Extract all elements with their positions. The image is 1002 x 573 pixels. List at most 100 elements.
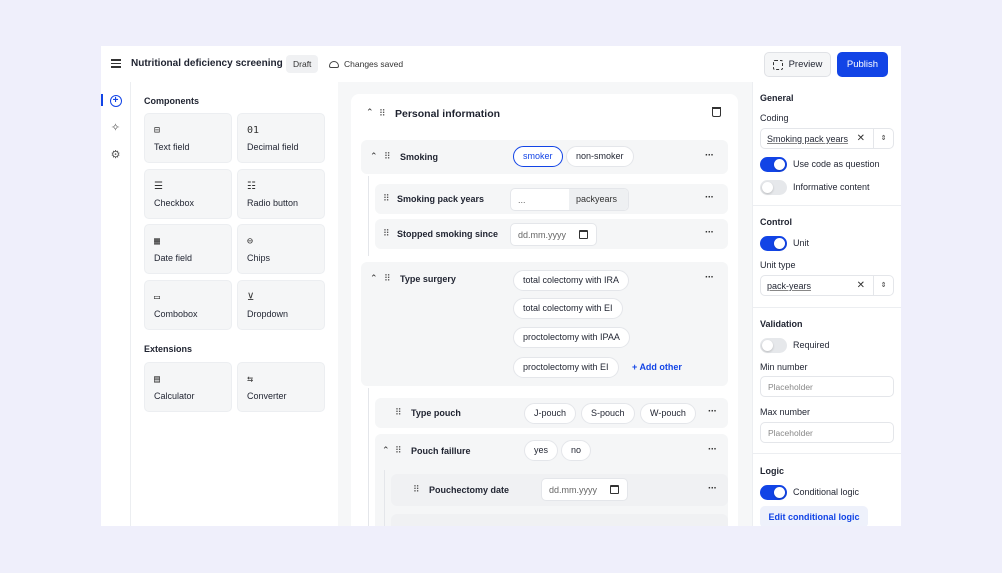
cloud-icon	[329, 61, 339, 68]
decimal-icon: 01	[247, 125, 260, 136]
more-options-icon[interactable]: ···	[705, 150, 714, 161]
question-next-partial[interactable]	[391, 514, 728, 526]
logic-title: Logic	[760, 466, 784, 476]
option-chip[interactable]: total colectomy with IRA	[513, 270, 630, 291]
component-radio-button[interactable]: ☷ Radio button	[237, 169, 325, 219]
conditional-logic-toggle[interactable]	[760, 485, 787, 500]
more-options-icon[interactable]: ···	[708, 483, 717, 494]
component-label: Combobox	[154, 309, 198, 319]
question-type-pouch[interactable]: ⠿ Type pouch J-pouch S-pouch W-pouch ···	[375, 398, 728, 428]
option-chip[interactable]: proctolectomy with EI	[513, 357, 619, 378]
drag-handle-icon[interactable]: ⠿	[395, 407, 402, 418]
add-component-icon[interactable]: +	[109, 94, 122, 107]
sparkle-icon[interactable]: ✧	[109, 121, 122, 134]
option-chip[interactable]: no	[561, 440, 592, 461]
save-status: Changes saved	[329, 59, 403, 69]
min-number-input[interactable]: Placeholder	[760, 376, 894, 397]
more-options-icon[interactable]: ···	[705, 192, 714, 203]
unit-suffix: packyears	[569, 189, 628, 210]
clear-icon[interactable]: ✕	[857, 280, 865, 291]
option-chip[interactable]: J-pouch	[524, 403, 577, 424]
component-text-field[interactable]: ⊟ Text field	[144, 113, 232, 163]
option-chip[interactable]: proctolectomy with IPAA	[513, 327, 630, 348]
preview-label: Preview	[788, 59, 823, 70]
component-date-field[interactable]: ▦ Date field	[144, 224, 232, 274]
trash-icon[interactable]	[712, 107, 721, 117]
settings-panel: General Coding Smoking pack years ✕ ⇕ Us…	[752, 82, 901, 526]
question-pack-years[interactable]: ⠿ Smoking pack years ... packyears ···	[375, 184, 728, 214]
question-pouch-failure[interactable]: ⌃ ⠿ Pouch faillure yes no ··· ⠿ Pouchect…	[375, 434, 728, 526]
component-chips[interactable]: ⊖ Chips	[237, 224, 325, 274]
select-chevrons-icon[interactable]: ⇕	[873, 129, 893, 148]
more-options-icon[interactable]: ···	[708, 444, 717, 455]
question-pouchectomy-date[interactable]: ⠿ Pouchectomy date dd.mm.yyyy ···	[391, 474, 728, 506]
unit-toggle[interactable]	[760, 236, 787, 251]
unit-type-label: Unit type	[760, 260, 796, 270]
option-chip[interactable]: yes	[524, 440, 559, 461]
more-options-icon[interactable]: ···	[705, 227, 714, 238]
date-input[interactable]: dd.mm.yyyy	[541, 478, 628, 501]
coding-select[interactable]: Smoking pack years ✕ ⇕	[760, 128, 894, 149]
validation-title: Validation	[760, 319, 803, 329]
calculator-icon: ▤	[154, 374, 161, 385]
clear-icon[interactable]: ✕	[857, 133, 865, 144]
drag-handle-icon[interactable]: ⠿	[383, 193, 390, 204]
component-checkbox[interactable]: ☰ Checkbox	[144, 169, 232, 219]
component-combobox[interactable]: ▭ Combobox	[144, 280, 232, 330]
calendar-icon[interactable]	[610, 485, 619, 494]
option-chip[interactable]: total colectomy with EI	[513, 298, 623, 319]
option-chip-selected[interactable]: smoker	[513, 146, 563, 167]
option-chip[interactable]: non-smoker	[566, 146, 634, 167]
collapse-chevron-icon[interactable]: ⌃	[382, 445, 390, 456]
calendar-icon[interactable]	[579, 230, 588, 239]
component-dropdown[interactable]: ⊻ Dropdown	[237, 280, 325, 330]
question-label: Type pouch	[411, 408, 461, 418]
component-decimal-field[interactable]: 01 Decimal field	[237, 113, 325, 163]
required-toggle[interactable]	[760, 338, 787, 353]
collapse-chevron-icon[interactable]: ⌃	[370, 151, 378, 162]
radio-list-icon: ☷	[247, 181, 256, 192]
collapse-chevron-icon[interactable]: ⌃	[366, 107, 374, 118]
publish-button[interactable]: Publish	[837, 52, 888, 77]
add-other-label: Add other	[639, 362, 682, 372]
drag-handle-icon[interactable]: ⠿	[379, 108, 386, 119]
number-input-with-unit[interactable]: ... packyears	[510, 188, 629, 211]
date-placeholder: dd.mm.yyyy	[549, 485, 598, 495]
gear-icon[interactable]: ⚙	[109, 148, 122, 161]
form-canvas: ⌃ ⠿ Personal information ⌃ ⠿ Smoking smo…	[338, 82, 752, 526]
date-input[interactable]: dd.mm.yyyy	[510, 223, 597, 246]
question-stopped-smoking[interactable]: ⠿ Stopped smoking since dd.mm.yyyy ···	[375, 219, 728, 249]
component-converter[interactable]: ⇆ Converter	[237, 362, 325, 412]
informative-toggle[interactable]	[760, 180, 787, 195]
rail-active-indicator	[101, 94, 103, 106]
drag-handle-icon[interactable]: ⠿	[413, 484, 420, 495]
question-smoking[interactable]: ⌃ ⠿ Smoking smoker non-smoker ···	[361, 140, 728, 174]
use-code-label: Use code as question	[793, 159, 880, 169]
drag-handle-icon[interactable]: ⠿	[395, 445, 402, 456]
informative-label: Informative content	[793, 182, 870, 192]
option-chip[interactable]: W-pouch	[640, 403, 696, 424]
option-chip[interactable]: S-pouch	[581, 403, 635, 424]
more-options-icon[interactable]: ···	[705, 272, 714, 283]
select-chevrons-icon[interactable]: ⇕	[873, 276, 893, 295]
max-number-input[interactable]: Placeholder	[760, 422, 894, 443]
question-label: Smoking pack years	[397, 194, 485, 204]
component-calculator[interactable]: ▤ Calculator	[144, 362, 232, 412]
question-type-surgery[interactable]: ⌃ ⠿ Type surgery total colectomy with IR…	[361, 262, 728, 386]
preview-icon	[772, 59, 783, 70]
required-label: Required	[793, 340, 830, 350]
edit-conditional-logic-button[interactable]: Edit conditional logic	[760, 506, 868, 526]
use-code-toggle[interactable]	[760, 157, 787, 172]
hamburger-menu-icon[interactable]	[111, 59, 121, 68]
preview-button[interactable]: Preview	[764, 52, 831, 77]
add-other-button[interactable]: + Add other	[632, 362, 682, 372]
collapse-chevron-icon[interactable]: ⌃	[370, 273, 378, 284]
more-options-icon[interactable]: ···	[708, 406, 717, 417]
unit-type-select[interactable]: pack-years ✕ ⇕	[760, 275, 894, 296]
nesting-line	[368, 388, 369, 526]
component-label: Date field	[154, 253, 193, 263]
drag-handle-icon[interactable]: ⠿	[384, 273, 391, 284]
drag-handle-icon[interactable]: ⠿	[384, 151, 391, 162]
drag-handle-icon[interactable]: ⠿	[383, 228, 390, 239]
conditional-logic-label: Conditional logic	[793, 487, 860, 497]
